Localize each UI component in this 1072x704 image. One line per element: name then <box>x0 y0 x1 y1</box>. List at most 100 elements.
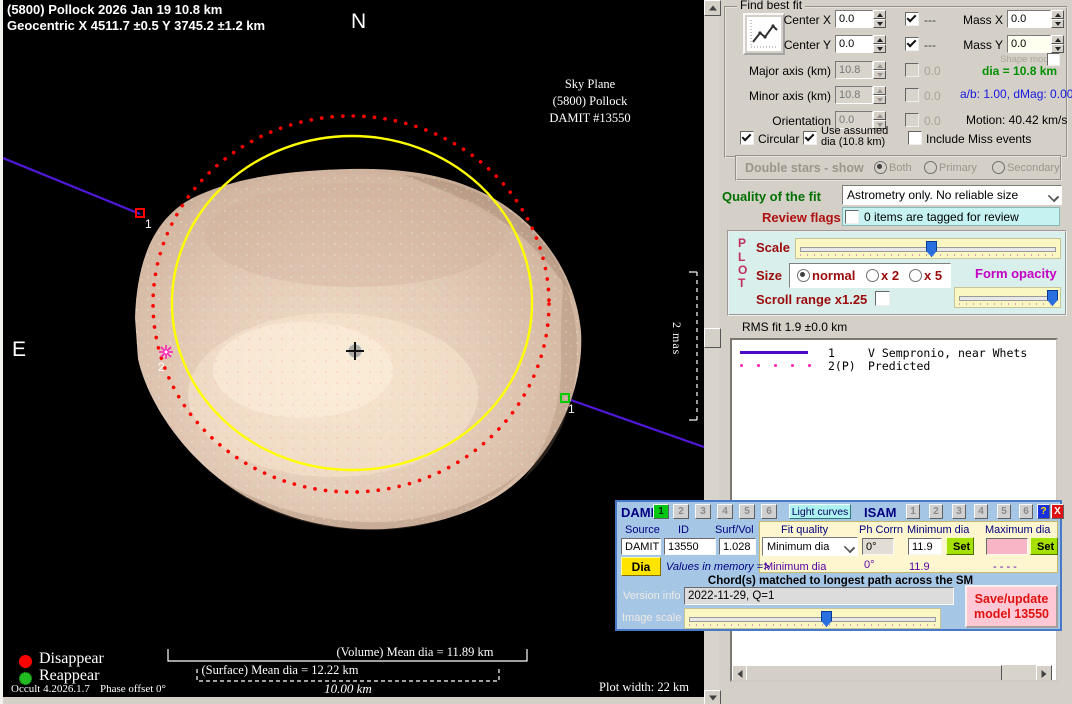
damit-tab-6[interactable]: 6 <box>761 504 777 519</box>
size-normal-label: normal <box>812 268 855 283</box>
scale-label: Scale <box>756 240 790 255</box>
version-info-field[interactable]: 2022-11-29, Q=1 <box>684 587 954 605</box>
use-assumed-dia-checkbox[interactable] <box>803 131 817 145</box>
sky-plane-line3: DAMIT #13550 <box>490 110 690 127</box>
north-label: N <box>351 10 366 34</box>
mas-scale-bracket <box>689 272 697 420</box>
minor-axis-err: 0.0 <box>924 89 941 103</box>
mass-y-label: Mass Y <box>957 38 1003 52</box>
mem-min-dia: 11.9 <box>909 561 930 573</box>
close-button[interactable]: X <box>1051 504 1064 519</box>
size-x2-radio[interactable] <box>866 269 879 282</box>
scroll-range-checkbox[interactable] <box>875 291 890 306</box>
damit-tab-3[interactable]: 3 <box>695 504 711 519</box>
fit-quality-header: Fit quality <box>781 524 828 536</box>
center-x-checkbox[interactable] <box>905 12 919 26</box>
set-max-dia-button[interactable]: Set <box>1030 537 1058 555</box>
chord1-end-label: 1 <box>568 402 575 416</box>
damit-tab-2[interactable]: 2 <box>673 504 689 519</box>
plot-panel: P L O T Scale Size normal x 2 x 5 Form o… <box>727 230 1067 316</box>
help-button[interactable]: ? <box>1037 504 1050 519</box>
light-curves-button[interactable]: Light curves <box>789 504 851 519</box>
surfvol-header: Surf/Vol <box>715 524 754 536</box>
major-axis-checkbox <box>905 63 919 77</box>
damit-tab-5[interactable]: 5 <box>739 504 755 519</box>
ph-corr-header: Ph Corrn <box>859 524 903 536</box>
hscrollbar-thumb[interactable] <box>746 665 1002 682</box>
surfvol-field[interactable]: 1.028 <box>719 538 756 555</box>
scroll-range-label: Scroll range x1.25 <box>756 292 867 307</box>
double-stars-label: Double stars - show <box>745 161 864 175</box>
chord-line-left <box>3 158 140 214</box>
id-header: ID <box>678 524 689 536</box>
chord-line-swatch <box>740 351 808 354</box>
review-flags-checkbox[interactable] <box>845 210 859 224</box>
save-update-line1: Save/update <box>967 592 1056 607</box>
isam-title: ISAM <box>864 505 897 520</box>
find-best-fit-label: Find best fit <box>737 0 805 12</box>
motion-readout: Motion: 40.42 km/s <box>966 113 1067 127</box>
disappear-dot <box>19 655 32 668</box>
scale-slider[interactable] <box>795 238 1061 259</box>
dia-button[interactable]: Dia <box>621 557 661 576</box>
source-field[interactable]: DAMIT <box>621 538 661 555</box>
circular-checkbox[interactable] <box>740 131 754 145</box>
quality-of-fit-select[interactable]: Astrometry only. No reliable size <box>842 185 1062 205</box>
center-y-input[interactable]: 0.0 <box>835 35 873 53</box>
isam-tab-2[interactable]: 2 <box>929 504 943 519</box>
major-axis-label: Major axis (km) <box>737 64 831 78</box>
size-normal-radio[interactable] <box>797 269 810 282</box>
size-x5-radio[interactable] <box>909 269 922 282</box>
minor-axis-input: 10.8 <box>835 86 873 104</box>
form-opacity-slider[interactable] <box>954 287 1061 308</box>
horizontal-scrollbar[interactable] <box>732 665 1052 680</box>
mass-x-spinner[interactable] <box>1051 10 1064 28</box>
image-scale-slider-thumb[interactable] <box>821 611 832 627</box>
isam-tab-3[interactable]: 3 <box>952 504 966 519</box>
isam-tab-6[interactable]: 6 <box>1019 504 1033 519</box>
mem-fit-quality: Minimum dia <box>764 561 826 573</box>
damit-tab-4[interactable]: 4 <box>717 504 733 519</box>
scale-bar-label: 10.00 km <box>298 681 398 697</box>
center-y-checkbox[interactable] <box>905 37 919 51</box>
form-opacity-label: Form opacity <box>975 266 1057 281</box>
isam-tab-5[interactable]: 5 <box>997 504 1011 519</box>
id-field[interactable]: 13550 <box>664 538 716 555</box>
review-flags-label: Review flags <box>762 210 841 225</box>
ph-corr-field[interactable]: 0° <box>862 538 894 555</box>
isam-tab-1[interactable]: 1 <box>906 504 920 519</box>
chevron-down-icon <box>1048 191 1059 202</box>
chord-list-row[interactable]: 1 V Sempronio, near Whets <box>732 346 1056 360</box>
east-label: E <box>12 338 26 362</box>
mass-y-input[interactable]: 0.0 <box>1007 35 1051 53</box>
max-dia-field[interactable] <box>986 538 1028 555</box>
rms-fit-readout: RMS fit 1.9 ±0.0 km <box>742 320 847 334</box>
isam-tab-4[interactable]: 4 <box>974 504 988 519</box>
canvas-geocentric: Geocentric X 4511.7 ±0.5 Y 3745.2 ±1.2 k… <box>7 18 265 33</box>
min-dia-field[interactable]: 11.9 <box>908 538 942 555</box>
scale-slider-thumb[interactable] <box>926 241 937 257</box>
scroll-right-button[interactable] <box>1036 665 1052 682</box>
form-opacity-slider-thumb[interactable] <box>1047 290 1058 306</box>
fit-quality-select[interactable]: Minimum dia <box>762 537 858 556</box>
orientation-label: Orientation <box>737 114 831 128</box>
size-label: Size <box>756 268 782 283</box>
damit-panel: DAMIT 1 2 3 4 5 6 Light curves ISAM 1 2 … <box>615 500 1062 631</box>
center-y-spinner[interactable] <box>873 35 886 53</box>
mass-x-input[interactable]: 0.0 <box>1007 10 1051 28</box>
save-update-button[interactable]: Save/update model 13550 <box>965 585 1058 628</box>
chord-list-row[interactable]: 2(P) Predicted <box>732 359 1056 373</box>
center-x-spinner[interactable] <box>873 10 886 28</box>
set-min-dia-button[interactable]: Set <box>946 537 974 555</box>
include-miss-events-checkbox[interactable] <box>908 131 922 145</box>
image-scale-slider[interactable] <box>684 608 941 629</box>
chord-number: 1 <box>828 346 835 360</box>
sky-plane-canvas[interactable]: (5800) Pollock 2026 Jan 19 10.8 km Geoce… <box>3 0 704 697</box>
fit-quality-value: Minimum dia <box>767 541 829 553</box>
size-x5-label: x 5 <box>924 268 942 283</box>
mass-y-spinner[interactable] <box>1051 35 1064 53</box>
damit-tab-1[interactable]: 1 <box>653 504 669 519</box>
primary-radio <box>924 161 937 174</box>
phase-offset: Phase offset 0° <box>100 683 166 695</box>
center-x-input[interactable]: 0.0 <box>835 10 873 28</box>
